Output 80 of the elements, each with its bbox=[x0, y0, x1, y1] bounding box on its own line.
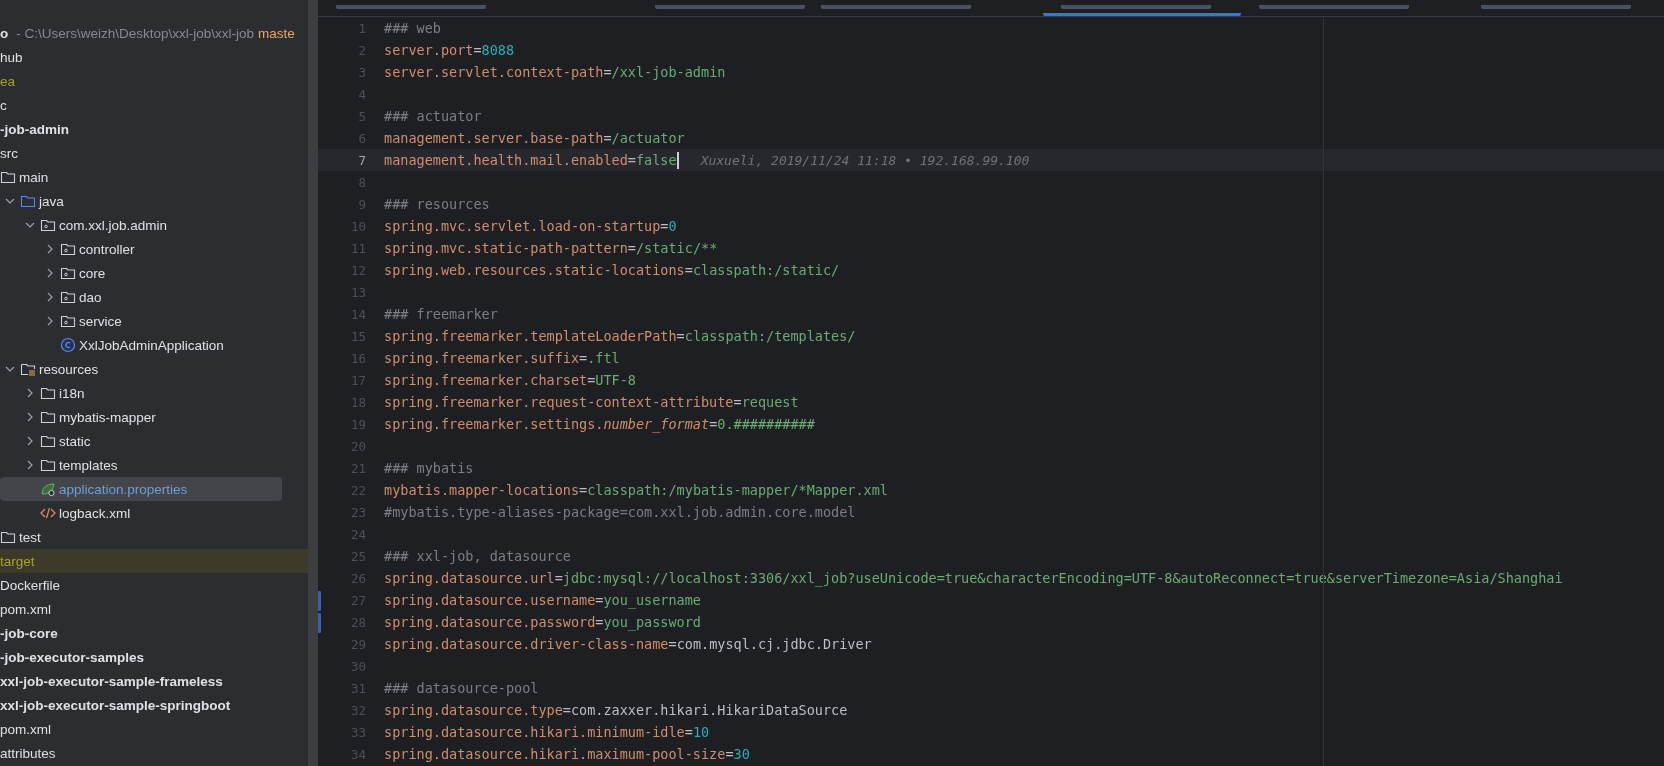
tree-item[interactable]: static bbox=[0, 429, 282, 453]
code-line: ### actuator bbox=[384, 108, 482, 124]
code-line: ### datasource-pool bbox=[384, 680, 539, 696]
tree-item[interactable]: service bbox=[0, 309, 282, 333]
code-line: management.server.base-path=/actuator bbox=[384, 130, 685, 146]
tree-item[interactable]: -job-admin bbox=[0, 117, 282, 141]
tree-item[interactable]: pom.xml bbox=[0, 597, 282, 621]
tree-item[interactable]: XxlJobAdminApplication bbox=[0, 333, 282, 357]
code-line: mybatis.mapper-locations=classpath:/mybatis-mapper/*Mapper.xml bbox=[384, 482, 888, 498]
code-line: management.health.mail.enabled=false bbox=[384, 152, 677, 168]
tree-item[interactable]: mybatis-mapper bbox=[0, 405, 282, 429]
tree-item[interactable]: xxl-job-executor-sample-frameless bbox=[0, 669, 282, 693]
class-icon bbox=[60, 337, 76, 353]
code-line: ### resources bbox=[384, 196, 490, 212]
code-line: spring.freemarker.settings.number_format=0.########## bbox=[384, 416, 815, 432]
leaf-icon bbox=[40, 481, 56, 497]
code-line: server.port=8088 bbox=[384, 42, 515, 58]
tree-item[interactable]: ea bbox=[0, 69, 282, 93]
folder-icon bbox=[0, 169, 16, 185]
tree-item[interactable]: test bbox=[0, 525, 282, 549]
package-folder-icon bbox=[60, 289, 76, 305]
package-folder-icon bbox=[40, 217, 56, 233]
tree-item[interactable]: controller bbox=[0, 237, 282, 261]
tree-item[interactable]: src bbox=[0, 141, 282, 165]
tree-item[interactable]: target bbox=[0, 549, 308, 573]
folder-icon bbox=[40, 457, 56, 473]
code-line: spring.datasource.hikari.minimum-idle=10 bbox=[384, 724, 710, 740]
branch-name: maste bbox=[258, 25, 295, 41]
code-line: spring.datasource.driver-class-name=com.mysql.cj.jdbc.Driver bbox=[384, 636, 872, 652]
code-line: ### xxl-job, datasource bbox=[384, 548, 571, 564]
code-line: ### mybatis bbox=[384, 460, 474, 476]
code-line: spring.datasource.hikari.maximum-pool-size=30 bbox=[384, 746, 750, 762]
code-line: spring.freemarker.request-context-attribute=request bbox=[384, 394, 799, 410]
code-line: spring.datasource.type=com.zaxxer.hikari.HikariDataSource bbox=[384, 702, 848, 718]
code-line: spring.mvc.static-path-pattern=/static/** bbox=[384, 240, 718, 256]
package-folder-icon bbox=[60, 241, 76, 257]
folder-icon bbox=[20, 193, 36, 209]
code-line: spring.datasource.url=jdbc:mysql://localhost:3306/xxl_job?useUnicode=true&characterEncoding=UTF-8&autoReconnect=true&serverTimezone=Asia/Shanghai bbox=[384, 570, 1563, 586]
code-line: server.servlet.context-path=/xxl-job-admin bbox=[384, 64, 726, 80]
tree-item[interactable]: -job-core bbox=[0, 621, 282, 645]
package-folder-icon bbox=[60, 313, 76, 329]
tree-item[interactable]: resources bbox=[0, 357, 282, 381]
code-line: ### web bbox=[384, 20, 441, 36]
code-line: spring.freemarker.suffix=.ftl bbox=[384, 350, 620, 366]
code-line: ### freemarker bbox=[384, 306, 498, 322]
code-line: #mybatis.type-aliases-package=com.xxl.job.admin.core.model bbox=[384, 504, 856, 520]
folder-icon bbox=[40, 433, 56, 449]
project-name: o bbox=[0, 25, 9, 41]
tree-item[interactable]: -job-executor-samples bbox=[0, 645, 282, 669]
code-tag-icon bbox=[40, 505, 56, 521]
folder-icon bbox=[40, 409, 56, 425]
tree-item[interactable]: java bbox=[0, 189, 282, 213]
code-line: spring.freemarker.templateLoaderPath=classpath:/templates/ bbox=[384, 328, 856, 344]
tree-item[interactable]: pom.xml bbox=[0, 717, 282, 741]
tree-item[interactable]: c bbox=[0, 93, 282, 117]
blame-annotation: Xuxueli, 2019/11/24 11:18 • 192.168.99.100 bbox=[700, 152, 1030, 168]
project-path: - C:\Users\weizh\Desktop\xxl-job\xxl-job bbox=[16, 25, 255, 41]
tree-item[interactable]: attributes bbox=[0, 741, 282, 765]
tree-item[interactable]: i18n bbox=[0, 381, 282, 405]
tree-item[interactable]: Dockerfile bbox=[0, 573, 282, 597]
tree-item[interactable]: main bbox=[0, 165, 282, 189]
folder-icon bbox=[40, 385, 56, 401]
text-caret bbox=[676, 151, 679, 169]
tree-item[interactable]: dao bbox=[0, 285, 282, 309]
tree-item[interactable]: templates bbox=[0, 453, 282, 477]
tree-item[interactable]: hub bbox=[0, 45, 282, 69]
resources-folder-icon bbox=[20, 361, 36, 377]
line-number: 7 bbox=[358, 152, 366, 168]
code-line: spring.freemarker.charset=UTF-8 bbox=[384, 372, 636, 388]
code-line: spring.datasource.password=you_password bbox=[384, 614, 701, 630]
tree-item[interactable]: application.properties bbox=[0, 477, 282, 501]
code-line: spring.datasource.username=you_username bbox=[384, 592, 701, 608]
tree-item[interactable]: logback.xml bbox=[0, 501, 282, 525]
folder-icon bbox=[0, 529, 16, 545]
code-line: spring.web.resources.static-locations=classpath:/static/ bbox=[384, 262, 840, 278]
tree-item[interactable]: com.xxl.job.admin bbox=[0, 213, 282, 237]
package-folder-icon bbox=[60, 265, 76, 281]
tree-item[interactable]: xxl-job-executor-sample-springboot bbox=[0, 693, 282, 717]
code-line: spring.mvc.servlet.load-on-startup=0 bbox=[384, 218, 677, 234]
tree-item[interactable]: core bbox=[0, 261, 282, 285]
